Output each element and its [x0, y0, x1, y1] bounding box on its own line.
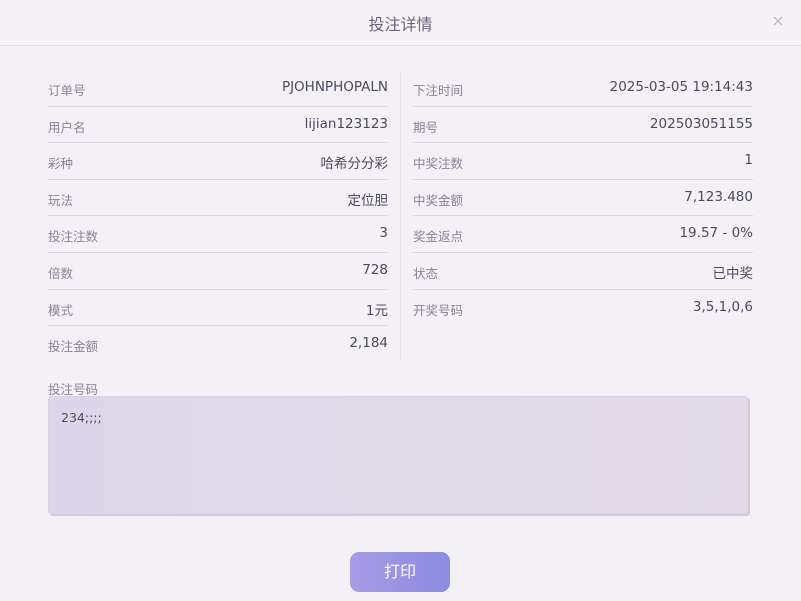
- detail-row-order-no: 订单号 PJOHNPHOPALN: [48, 70, 388, 107]
- detail-value: PJOHNPHOPALN: [281, 79, 388, 95]
- detail-row-multiplier: 倍数 728: [48, 253, 388, 290]
- detail-row-bet-amount: 投注金额 2,184: [48, 326, 388, 363]
- bet-detail-dialog: 投注详情 订单号 PJOHNPHOPALN 用户名 lijian123123 彩…: [0, 0, 801, 601]
- detail-value: 2,184: [349, 335, 388, 352]
- detail-row-win-count: 中奖注数 1: [413, 143, 753, 180]
- right-details: 下注时间 2025-03-05 19:14:43 期号 202503051155…: [413, 70, 753, 326]
- detail-label: 投注注数: [48, 229, 99, 245]
- close-icon[interactable]: [769, 12, 787, 30]
- detail-row-win-amount: 中奖金额 7,123.480: [413, 180, 753, 217]
- detail-label: 投注金额: [48, 339, 99, 355]
- detail-value: lijian123123: [304, 115, 388, 132]
- bet-numbers-box[interactable]: 234;;;;: [48, 396, 748, 514]
- dialog-title: 投注详情: [368, 15, 433, 34]
- detail-label: 下注时间: [413, 83, 464, 98]
- detail-label: 模式: [48, 302, 74, 318]
- detail-value: 7,123.480: [684, 188, 753, 205]
- detail-value: 定位胆: [347, 192, 389, 209]
- detail-row-bet-count: 投注注数 3: [48, 216, 388, 253]
- status-badge: 已中奖: [712, 265, 754, 282]
- detail-row-play-type: 玩法 定位胆: [48, 180, 388, 217]
- detail-value: 3: [379, 225, 388, 242]
- column-divider: [400, 72, 401, 360]
- detail-label: 订单号: [48, 83, 86, 98]
- dialog-header: 投注详情: [0, 0, 801, 46]
- left-details: 订单号 PJOHNPHOPALN 用户名 lijian123123 彩种 哈希分…: [48, 70, 388, 363]
- detail-row-status: 状态 已中奖: [413, 253, 753, 290]
- detail-value: 1: [744, 152, 753, 169]
- detail-label: 奖金返点: [413, 229, 464, 245]
- detail-row-mode: 模式 1元: [48, 290, 388, 327]
- detail-label: 状态: [413, 265, 439, 281]
- detail-row-draw-numbers: 开奖号码 3,5,1,0,6: [413, 290, 753, 327]
- detail-value: 2025-03-05 19:14:43: [609, 79, 753, 95]
- detail-row-lottery-type: 彩种 哈希分分彩: [48, 143, 388, 180]
- detail-label: 期号: [413, 119, 439, 135]
- detail-row-bet-time: 下注时间 2025-03-05 19:14:43: [413, 70, 753, 107]
- detail-row-issue-no: 期号 202503051155: [413, 107, 753, 144]
- detail-label: 中奖金额: [413, 192, 464, 208]
- bet-numbers-value: 234;;;;: [61, 410, 102, 425]
- detail-label: 用户名: [48, 119, 86, 135]
- detail-row-username: 用户名 lijian123123: [48, 107, 388, 144]
- print-button[interactable]: 打印: [350, 552, 450, 592]
- detail-value: 哈希分分彩: [320, 156, 389, 173]
- detail-label: 中奖注数: [413, 156, 464, 172]
- detail-label: 倍数: [48, 265, 74, 281]
- detail-value: 728: [362, 261, 388, 278]
- detail-value: 1元: [365, 302, 388, 319]
- detail-label: 玩法: [48, 192, 74, 208]
- detail-value: 19.57 - 0%: [679, 225, 753, 242]
- detail-row-rebate: 奖金返点 19.57 - 0%: [413, 216, 753, 253]
- detail-label: 彩种: [48, 156, 74, 172]
- detail-value: 3,5,1,0,6: [692, 298, 753, 315]
- detail-label: 开奖号码: [413, 302, 464, 318]
- detail-value: 202503051155: [649, 115, 753, 132]
